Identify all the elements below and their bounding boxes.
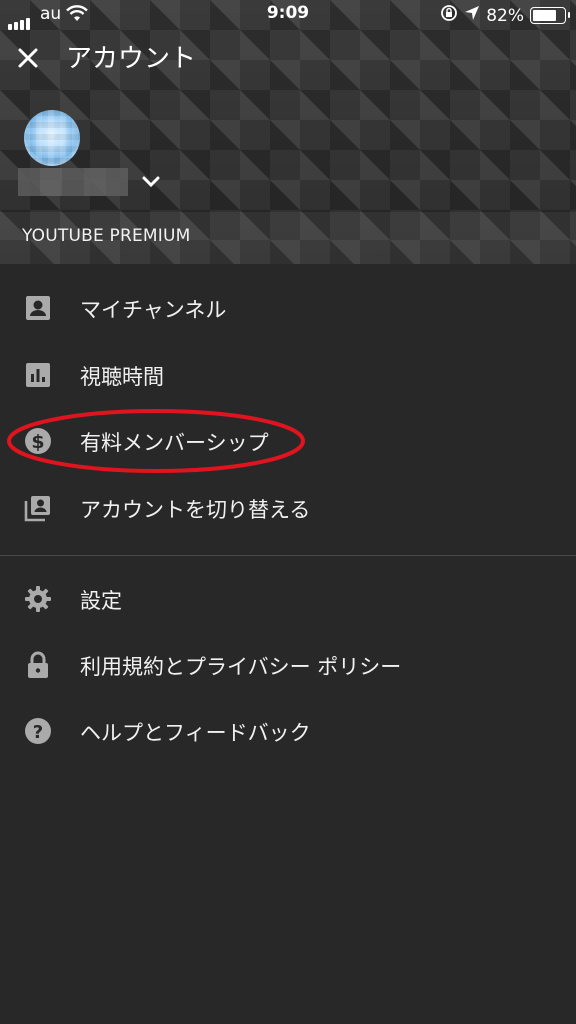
gear-icon: [24, 585, 52, 613]
account-switcher-chevron[interactable]: [140, 170, 162, 192]
close-icon: [18, 48, 38, 68]
menu-item-label: マイチャンネル: [80, 298, 227, 322]
switch-account-icon: [24, 494, 52, 522]
bar-chart-icon: [24, 361, 52, 389]
menu-item-label: アカウントを切り替える: [80, 498, 311, 522]
menu-item-label: ヘルプとフィードバック: [80, 721, 311, 745]
menu-item-switch-account[interactable]: アカウントを切り替える: [0, 475, 576, 541]
battery-icon: [530, 7, 570, 24]
account-header: au 9:09 82% アカウント YOUTUBE PREMIUM: [0, 0, 576, 264]
menu-item-label: 利用規約とプライバシー ポリシー: [80, 655, 402, 679]
lock-icon: [24, 651, 52, 679]
battery-percent: 82%: [486, 5, 524, 26]
premium-label[interactable]: YOUTUBE PREMIUM: [22, 226, 191, 246]
account-box-icon: [24, 294, 52, 322]
menu-item-watch-time[interactable]: 視聴時間: [0, 342, 576, 408]
close-button[interactable]: [12, 42, 44, 74]
location-arrow-icon: [464, 5, 480, 26]
menu-item-label: 設定: [80, 589, 122, 613]
help-icon: ?: [24, 717, 52, 745]
avatar[interactable]: [24, 110, 80, 166]
menu-item-label: 視聴時間: [80, 365, 164, 389]
highlight-ellipse: [7, 409, 305, 473]
svg-text:?: ?: [33, 722, 43, 743]
menu-item-my-channel[interactable]: マイチャンネル: [0, 275, 576, 341]
menu-item-help-feedback[interactable]: ? ヘルプとフィードバック: [0, 698, 576, 764]
page-title: アカウント: [66, 44, 197, 74]
status-bar: au 9:09 82%: [0, 0, 576, 30]
menu-item-settings[interactable]: 設定: [0, 566, 576, 632]
orientation-lock-icon: [440, 4, 458, 27]
menu-item-terms-privacy[interactable]: 利用規約とプライバシー ポリシー: [0, 632, 576, 698]
account-name-blurred: [18, 168, 128, 196]
chevron-down-icon: [142, 176, 160, 188]
menu-divider: [0, 555, 576, 556]
